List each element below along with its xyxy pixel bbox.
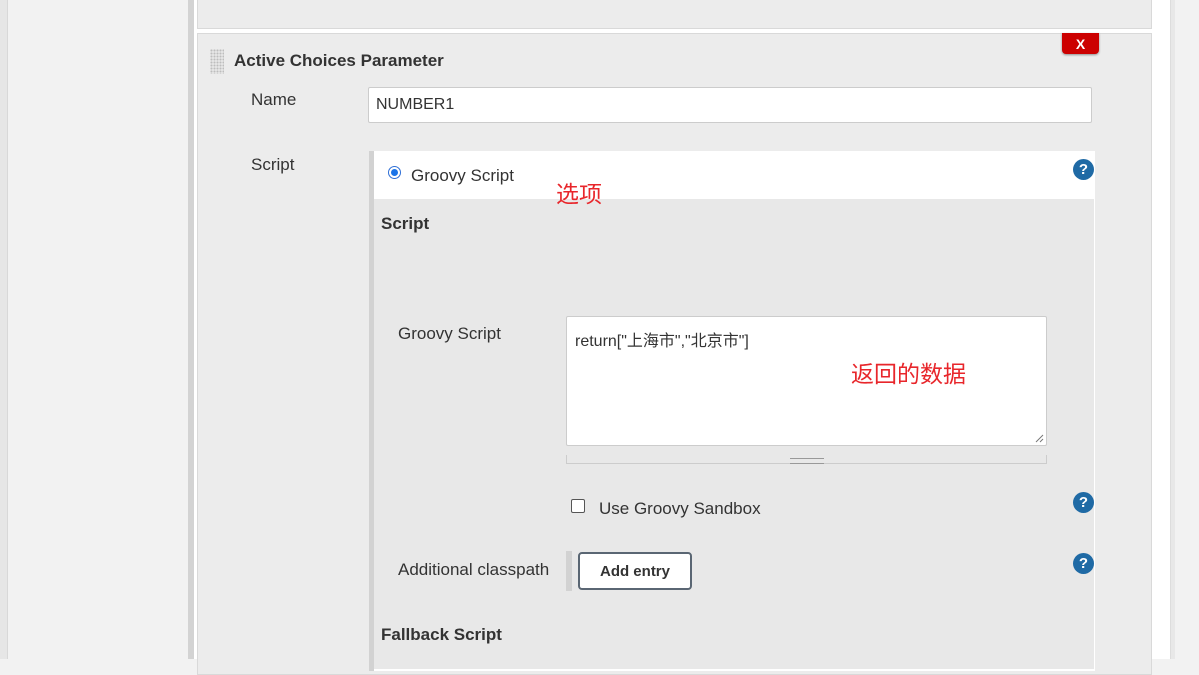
groovy-script-textarea[interactable]: return["上海市","北京市"]	[566, 316, 1047, 446]
resize-grip-icon[interactable]	[1035, 434, 1044, 443]
drag-handle-icon[interactable]	[210, 49, 224, 74]
groovy-script-label: Groovy Script	[398, 324, 501, 343]
sandbox-help-icon[interactable]: ?	[1073, 492, 1094, 513]
script-heading: Script	[381, 214, 430, 233]
left-gutter	[0, 0, 8, 659]
data-annotation: 返回的数据	[851, 361, 966, 387]
script-label: Script	[251, 155, 295, 174]
use-groovy-sandbox-checkbox[interactable]	[571, 499, 585, 513]
classpath-help-icon[interactable]: ?	[1073, 553, 1094, 574]
grip-icon	[790, 458, 824, 464]
use-groovy-sandbox-label[interactable]: Use Groovy Sandbox	[599, 499, 761, 519]
right-rail	[1170, 0, 1175, 659]
textarea-resize-handle[interactable]	[566, 455, 1047, 464]
additional-classpath-label: Additional classpath	[398, 560, 550, 579]
previous-parameter-block	[197, 0, 1152, 29]
name-input[interactable]: NUMBER1	[368, 87, 1092, 123]
script-help-icon[interactable]: ?	[1073, 159, 1094, 180]
option-annotation: 选项	[556, 181, 602, 207]
fallback-script-heading: Fallback Script	[381, 625, 502, 644]
add-entry-button[interactable]: Add entry	[578, 552, 692, 590]
delete-parameter-button[interactable]: X	[1062, 33, 1099, 54]
groovy-script-text: return["上海市","北京市"]	[575, 333, 749, 350]
groovy-script-radio[interactable]	[388, 166, 401, 179]
left-sidebar-area	[8, 0, 188, 659]
groovy-script-radio-label[interactable]: Groovy Script	[411, 166, 514, 186]
classpath-bar	[566, 551, 572, 591]
name-label: Name	[251, 90, 297, 109]
parameter-title: Active Choices Parameter	[234, 51, 444, 70]
